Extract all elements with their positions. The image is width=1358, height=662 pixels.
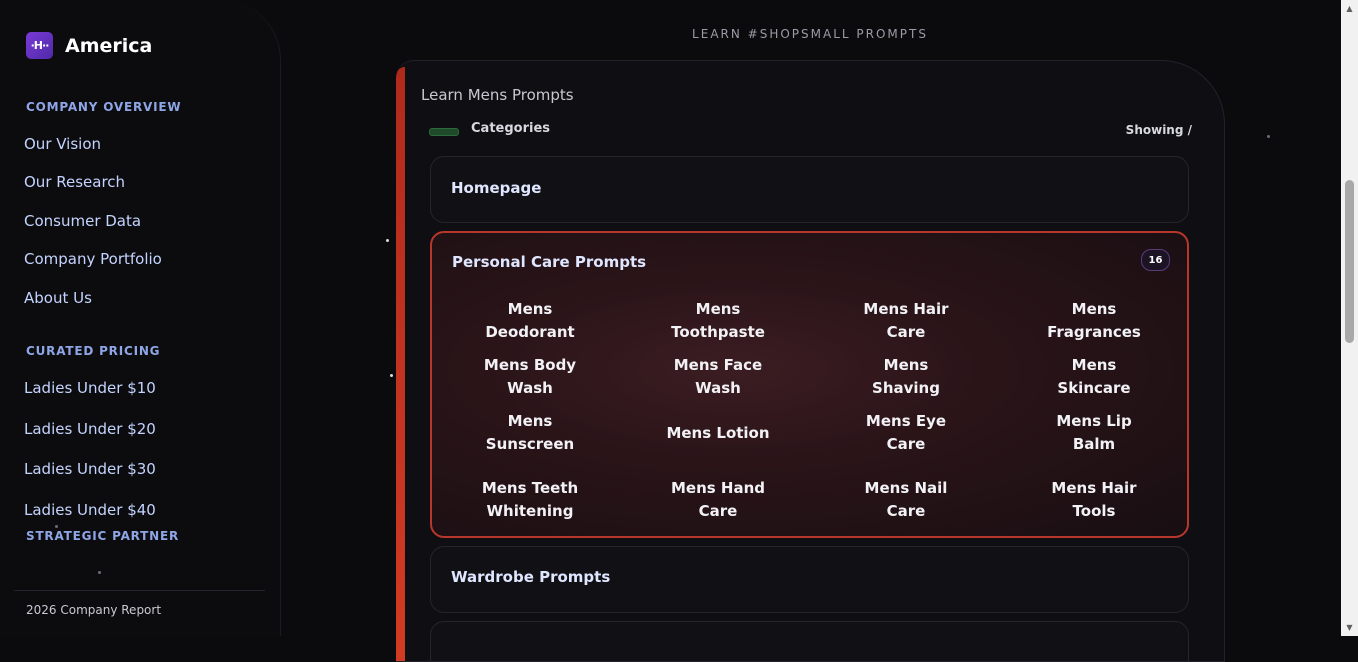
nav-company-portfolio[interactable]: Company Portfolio [24,250,162,268]
decor-dot [55,525,58,528]
card-title: Homepage [451,179,542,197]
prompt-label: Mens Sunscreen [485,412,575,453]
card-wardrobe-prompts[interactable]: Wardrobe Prompts [430,546,1189,613]
decor-dot [386,239,389,242]
card-homepage[interactable]: Homepage [430,156,1189,223]
prompt-mens-deodorant[interactable]: Mens Deodorant [436,293,624,349]
panel-accent-bar [396,67,405,661]
prompt-label: Mens Nail Care [864,479,948,520]
nav-ladies-under-20[interactable]: Ladies Under $20 [24,420,156,438]
section-title-company-overview: COMPANY OVERVIEW [26,100,182,114]
prompt-label: Mens Lotion [666,423,770,442]
sidebar: ·H·· America COMPANY OVERVIEW Our Vision… [0,0,281,636]
prompt-label: Mens Fragrances [1047,300,1141,341]
prompt-mens-teeth-whitening[interactable]: Mens Teeth Whitening [436,461,624,539]
brand[interactable]: ·H·· America [26,32,152,59]
prompt-mens-fragrances[interactable]: Mens Fragrances [1000,293,1188,349]
prompt-mens-face-wash[interactable]: Mens Face Wash [624,349,812,405]
nav-ladies-under-30[interactable]: Ladies Under $30 [24,460,156,478]
prompt-mens-eye-care[interactable]: Mens Eye Care [812,405,1000,461]
prompt-mens-lip-balm[interactable]: Mens Lip Balm [1000,405,1188,461]
card-next-category[interactable] [430,621,1189,661]
prompt-label: Mens Skincare [1057,356,1131,397]
prompt-label: Mens Hair Care [863,300,949,341]
categories-indicator [429,128,459,136]
card-personal-care-prompts[interactable]: Personal Care Prompts 16 Mens Deodorant … [430,231,1189,538]
panel-title: Learn Mens Prompts [421,86,574,104]
scroll-thumb[interactable] [1345,180,1354,343]
prompts-panel: Learn Mens Prompts Categories Showing / … [396,60,1225,662]
prompt-mens-hair-tools[interactable]: Mens Hair Tools [1000,461,1188,539]
section-title-curated-pricing: CURATED PRICING [26,344,161,358]
prompt-label: Mens Face Wash [673,356,763,397]
nav-our-research[interactable]: Our Research [24,173,125,191]
prompt-label: Mens Eye Care [865,412,947,453]
nav-consumer-data[interactable]: Consumer Data [24,212,141,230]
page-scrollbar[interactable]: ▲ ▼ [1341,0,1358,636]
prompt-mens-toothpaste[interactable]: Mens Toothpaste [624,293,812,349]
categories-label: Categories [471,121,551,136]
prompt-mens-body-wash[interactable]: Mens Body Wash [436,349,624,405]
prompt-label: Mens Deodorant [485,300,575,341]
prompt-label: Mens Toothpaste [671,300,765,341]
card-title: Wardrobe Prompts [451,568,611,586]
prompt-label: Mens Lip Balm [1056,412,1132,453]
prompt-grid: Mens Deodorant Mens Toothpaste Mens Hair… [436,293,1188,539]
nav-ladies-under-10[interactable]: Ladies Under $10 [24,379,156,397]
prompt-label: Mens Hand Care [670,479,766,520]
section-title-strategic-partner: STRATEGIC PARTNER [26,529,180,543]
prompt-mens-lotion[interactable]: Mens Lotion [624,405,812,461]
prompt-label: Mens Hair Tools [1051,479,1137,520]
prompt-label: Mens Body Wash [483,356,577,397]
prompt-mens-shaving[interactable]: Mens Shaving [812,349,1000,405]
brand-logo-icon: ·H·· [26,32,53,59]
nav-ladies-under-40[interactable]: Ladies Under $40 [24,501,156,519]
scroll-down-arrow-icon[interactable]: ▼ [1341,619,1358,636]
prompt-mens-nail-care[interactable]: Mens Nail Care [812,461,1000,539]
card-title: Personal Care Prompts [452,253,647,271]
decor-dot [98,571,101,574]
sidebar-footer: 2026 Company Report [26,603,162,617]
prompt-label: Mens Shaving [872,356,940,397]
prompt-mens-hand-care[interactable]: Mens Hand Care [624,461,812,539]
prompt-mens-skincare[interactable]: Mens Skincare [1000,349,1188,405]
sidebar-divider [14,590,265,591]
scroll-up-arrow-icon[interactable]: ▲ [1341,0,1358,17]
brand-name: America [65,34,153,57]
prompt-mens-sunscreen[interactable]: Mens Sunscreen [436,405,624,461]
prompt-mens-hair-care[interactable]: Mens Hair Care [812,293,1000,349]
count-badge: 16 [1141,249,1170,271]
showing-label: Showing / [1125,123,1192,137]
nav-about-us[interactable]: About Us [24,289,92,307]
prompt-label: Mens Teeth Whitening [481,479,579,520]
page-heading: LEARN #SHOPSMALL PROMPTS [692,27,928,41]
decor-dot [1267,135,1270,138]
decor-dot [390,374,393,377]
nav-our-vision[interactable]: Our Vision [24,135,101,153]
